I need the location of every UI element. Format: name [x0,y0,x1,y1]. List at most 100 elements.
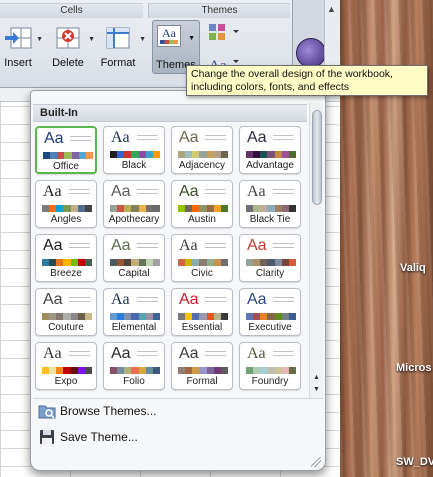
theme-gallery-grid: Aa Office Aa Black Aa Adjacency Aa Advantage Aa A… [35,126,305,398]
theme-tile[interactable]: Aa Clarity [239,234,301,282]
resize-grip-icon[interactable] [311,457,321,467]
color-swatch [124,259,132,266]
color-swatch [138,313,146,320]
delete-button[interactable]: Delete ▼ [48,22,95,76]
theme-tile[interactable]: Aa Adjacency [171,126,233,174]
theme-font-sample: Aa [247,291,267,308]
color-swatch [49,313,57,320]
color-swatch [213,151,221,158]
color-swatch [253,205,261,212]
theme-color-swatches [110,259,160,266]
theme-tile[interactable]: Aa Austin [171,180,233,228]
theme-text-lines [137,135,158,143]
theme-tile[interactable]: Aa Executive [239,288,301,336]
theme-tile[interactable]: Aa Black Tie [239,180,301,228]
theme-font-sample: Aa [43,345,62,362]
color-swatch [63,367,71,374]
color-swatch [49,205,57,212]
browse-themes-menu-item[interactable]: Browse Themes... [34,401,294,421]
insert-button[interactable]: Insert ▼ [0,22,43,76]
color-swatch [220,259,228,266]
globe-icon [296,38,326,68]
theme-tile[interactable]: Aa Advantage [239,126,301,174]
color-swatch [71,152,79,159]
color-swatch [213,367,221,374]
theme-name: Adjacency [178,160,226,171]
chevron-down-icon[interactable]: ▼ [88,36,95,43]
color-swatch [220,151,228,158]
format-button[interactable]: Format ▼ [97,22,146,76]
color-swatch [84,367,92,374]
color-swatch [70,205,78,212]
color-swatch [260,259,268,266]
color-swatch [43,152,51,159]
color-swatch [185,205,193,212]
theme-text-lines [69,297,90,305]
scroll-thumb[interactable] [312,110,322,205]
color-swatch [199,313,207,320]
theme-tile[interactable]: Aa Folio [103,342,165,390]
theme-text-lines [205,243,226,251]
desktop-icon-label[interactable]: SW_DV [396,456,433,468]
theme-tile[interactable]: Aa Couture [35,288,97,336]
themes-tooltip: Change the overall design of the workboo… [186,65,428,96]
theme-tile[interactable]: Aa Elemental [103,288,165,336]
gallery-scrollbar[interactable]: ▲ ▼ [309,103,323,398]
color-swatch [281,259,289,266]
desktop-icon-label[interactable]: Valiq [400,262,426,274]
scroll-down-icon[interactable]: ▼ [313,386,320,393]
theme-tile[interactable]: Aa Angles [35,180,97,228]
color-swatch [185,151,193,158]
theme-tile[interactable]: Aa Civic [171,234,233,282]
theme-tile[interactable]: Aa Breeze [35,234,97,282]
theme-tile[interactable]: Aa Formal [171,342,233,390]
theme-tile[interactable]: Aa Capital [103,234,165,282]
theme-color-swatches [246,313,296,320]
chevron-down-icon[interactable]: ▼ [139,36,146,43]
scroll-up-icon[interactable]: ▲ [313,374,320,381]
color-swatch [50,152,58,159]
theme-tile[interactable]: Aa Foundry [239,342,301,390]
theme-tile[interactable]: Aa Black [103,126,165,174]
chevron-down-icon[interactable]: ▼ [36,36,43,43]
theme-color-swatches [178,313,228,320]
theme-font-sample: Aa [111,237,131,254]
theme-color-swatches [246,205,296,212]
color-swatch [138,259,146,266]
color-swatch [77,259,85,266]
color-swatch [192,151,200,158]
theme-name: Clarity [255,268,285,279]
color-swatch [288,313,296,320]
scroll-up-icon[interactable]: ▲ [327,4,336,14]
theme-tile[interactable]: Aa Expo [35,342,97,390]
theme-text-lines [70,136,91,144]
color-swatch [110,313,118,320]
theme-tile[interactable]: Aa Apothecary [103,180,165,228]
theme-color-swatches [43,152,93,159]
color-swatch [152,259,160,266]
cells-group-label: Cells [0,3,143,18]
theme-tile[interactable]: Aa Office [35,126,97,174]
theme-tile[interactable]: Aa Essential [171,288,233,336]
color-swatch [131,313,139,320]
color-swatch [267,151,275,158]
themes-group-label: Themes [148,3,290,18]
desktop-icon-label[interactable]: Micros [396,362,431,374]
color-swatch [206,205,214,212]
color-swatch [42,313,50,320]
color-swatch [267,313,275,320]
color-swatch [260,151,268,158]
theme-font-sample: Aa [179,345,199,362]
theme-text-lines [273,243,294,251]
theme-color-swatches [178,259,228,266]
color-swatch [117,313,125,320]
color-swatch [77,367,85,374]
color-swatch [253,367,261,374]
theme-name: Black [121,160,147,171]
theme-name: Folio [123,376,145,387]
color-swatch [152,313,160,320]
color-swatch [152,151,160,158]
save-theme-menu-item[interactable]: Save Theme... [34,427,294,447]
color-swatch [267,367,275,374]
theme-name: Elemental [111,322,157,333]
